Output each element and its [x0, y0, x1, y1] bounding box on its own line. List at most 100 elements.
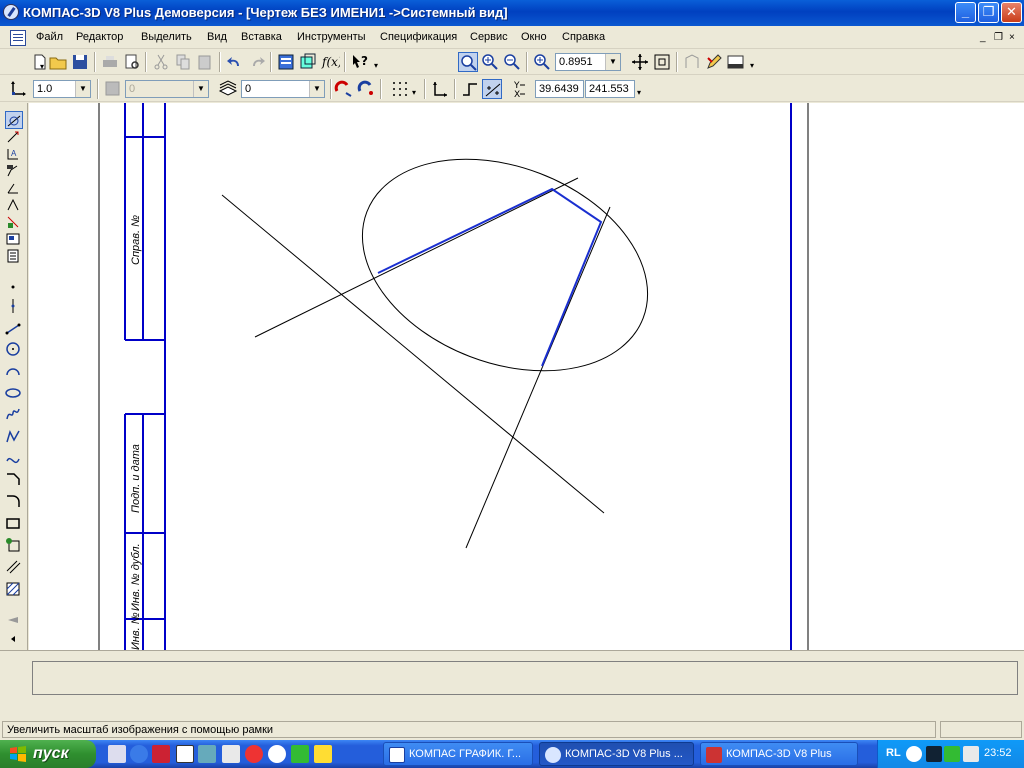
- mdi-minimize-button[interactable]: _: [980, 32, 986, 43]
- spec-panel-icon[interactable]: [5, 248, 23, 266]
- scroll-left-icon[interactable]: [5, 631, 23, 649]
- title-bar[interactable]: КОМПАС-3D V8 Plus Демоверсия - [Чертеж Б…: [0, 0, 1024, 26]
- document-icon[interactable]: [10, 30, 26, 46]
- point-tool-icon[interactable]: [5, 279, 23, 297]
- local-snap-icon[interactable]: [356, 79, 376, 99]
- toolbar-scroll-icon[interactable]: [5, 611, 23, 629]
- circle-tool-icon[interactable]: [5, 341, 23, 359]
- arc-tool-icon[interactable]: [5, 363, 23, 381]
- mdi-close-button[interactable]: ×: [1009, 32, 1015, 43]
- undo-icon[interactable]: [225, 52, 245, 72]
- start-button[interactable]: пуск: [0, 740, 96, 768]
- layer-combo[interactable]: 0 ▼: [125, 80, 209, 98]
- kompas-app-icon[interactable]: [3, 4, 19, 20]
- show-all-icon[interactable]: [652, 52, 672, 72]
- close-button[interactable]: ✕: [1001, 2, 1022, 23]
- associative-views-icon[interactable]: [5, 231, 23, 249]
- variables-fx-icon[interactable]: f(x): [320, 52, 343, 72]
- menu-window[interactable]: Окно: [521, 31, 547, 43]
- save-icon[interactable]: [70, 52, 90, 72]
- language-indicator[interactable]: RL: [886, 747, 901, 759]
- menu-insert[interactable]: Вставка: [241, 31, 282, 43]
- cursor-x-field[interactable]: 39.6439: [535, 80, 584, 98]
- rebuild-icon[interactable]: [682, 52, 702, 72]
- grid-icon[interactable]: [390, 79, 410, 99]
- task-kompas-help[interactable]: КОМПАС-3D V8 Plus: [700, 742, 858, 766]
- dimensions-panel-icon[interactable]: [5, 129, 23, 147]
- minimize-button[interactable]: _: [955, 2, 976, 23]
- tray-arrow-icon[interactable]: [906, 746, 922, 762]
- open-folder-icon[interactable]: [48, 52, 68, 72]
- style-combo[interactable]: 0 ▼: [241, 80, 325, 98]
- zoom-combo[interactable]: 0.8951 ▼: [555, 53, 621, 71]
- manager-icon[interactable]: [276, 52, 296, 72]
- clock[interactable]: 23:52: [984, 747, 1012, 759]
- zoom-out-icon[interactable]: [502, 52, 522, 72]
- maximize-button[interactable]: ❐: [978, 2, 999, 23]
- measure-panel-icon[interactable]: [5, 197, 23, 215]
- cut-icon[interactable]: [151, 52, 171, 72]
- chevron-down-icon[interactable]: ▼: [605, 54, 620, 70]
- quicklaunch-messenger-icon[interactable]: [198, 745, 216, 763]
- layer-state-icon[interactable]: [103, 79, 123, 99]
- notation-panel-icon[interactable]: A: [5, 146, 23, 164]
- round-mode-icon[interactable]: [482, 79, 502, 99]
- axes-icon[interactable]: [430, 79, 450, 99]
- parametrization-panel-icon[interactable]: [5, 180, 23, 198]
- aux-line-3[interactable]: [465, 206, 611, 549]
- tray-volume-icon[interactable]: [963, 746, 979, 762]
- cursor-y-field[interactable]: 241.553: [585, 80, 635, 98]
- panel-toggle-icon[interactable]: [726, 52, 746, 72]
- local-cs-icon[interactable]: [8, 79, 28, 99]
- print-preview-icon[interactable]: [122, 52, 142, 72]
- menu-service[interactable]: Сервис: [470, 31, 508, 43]
- quicklaunch-desktop-icon[interactable]: [108, 745, 126, 763]
- quicklaunch-kompas-icon[interactable]: [222, 745, 240, 763]
- chevron-down-icon[interactable]: ▼: [193, 81, 208, 97]
- spline-tool-icon[interactable]: [5, 406, 23, 424]
- property-panel-content[interactable]: [32, 661, 1018, 695]
- geometry-panel-icon[interactable]: [5, 111, 23, 129]
- ortho-mode-icon[interactable]: [460, 79, 480, 99]
- quicklaunch-app-icon[interactable]: [152, 745, 170, 763]
- chamfer-tool-icon[interactable]: [5, 471, 23, 489]
- tray-app-icon[interactable]: [926, 746, 942, 762]
- print-icon[interactable]: [100, 52, 120, 72]
- scale-combo[interactable]: 1.0 ▼: [33, 80, 91, 98]
- aux-line-2[interactable]: [254, 177, 579, 338]
- context-help-icon[interactable]: ?: [350, 52, 370, 72]
- segment-tool-icon[interactable]: [5, 320, 23, 338]
- quicklaunch-media-icon[interactable]: [268, 745, 286, 763]
- paste-icon[interactable]: [195, 52, 215, 72]
- quicklaunch-ie-icon[interactable]: [130, 745, 148, 763]
- task-kompas-grafik[interactable]: КОМПАС ГРАФИК. Г...: [383, 742, 533, 766]
- quicklaunch-extra-icon[interactable]: [314, 745, 332, 763]
- library-icon[interactable]: [298, 52, 318, 72]
- quicklaunch-player-icon[interactable]: [245, 745, 263, 763]
- zoom-scale-icon[interactable]: [532, 52, 552, 72]
- equidistant-tool-icon[interactable]: [5, 559, 23, 577]
- quicklaunch-tool-icon[interactable]: [291, 745, 309, 763]
- edit-panel-icon[interactable]: [5, 163, 23, 181]
- edit-pencil-icon[interactable]: [704, 52, 724, 72]
- menu-help[interactable]: Справка: [562, 31, 605, 43]
- bezier-tool-icon[interactable]: [5, 449, 23, 467]
- chevron-down-icon[interactable]: ▼: [309, 81, 324, 97]
- menu-file[interactable]: Файл: [36, 31, 63, 43]
- mdi-restore-button[interactable]: ❐: [994, 32, 1003, 43]
- menu-tools[interactable]: Инструменты: [297, 31, 366, 43]
- tray-counter-icon[interactable]: [944, 746, 960, 762]
- zoom-window-icon[interactable]: [458, 52, 478, 72]
- hatch-tool-icon[interactable]: [5, 581, 23, 599]
- menu-specification[interactable]: Спецификация: [380, 31, 457, 43]
- contour-tool-icon[interactable]: [5, 537, 23, 555]
- ellipse[interactable]: [332, 120, 679, 409]
- task-kompas-active[interactable]: КОМПАС-3D V8 Plus ...: [539, 742, 694, 766]
- menu-view[interactable]: Вид: [207, 31, 227, 43]
- copy-icon[interactable]: [173, 52, 193, 72]
- rectangle-tool-icon[interactable]: [5, 515, 23, 533]
- drawing-svg[interactable]: Справ. № Подп. и дата Инв. № дубл. Инв. …: [29, 103, 1024, 650]
- drawing-canvas[interactable]: Справ. № Подп. и дата Инв. № дубл. Инв. …: [29, 103, 1024, 650]
- selected-polyline[interactable]: [377, 187, 603, 367]
- snap-magnet-icon[interactable]: [334, 79, 354, 99]
